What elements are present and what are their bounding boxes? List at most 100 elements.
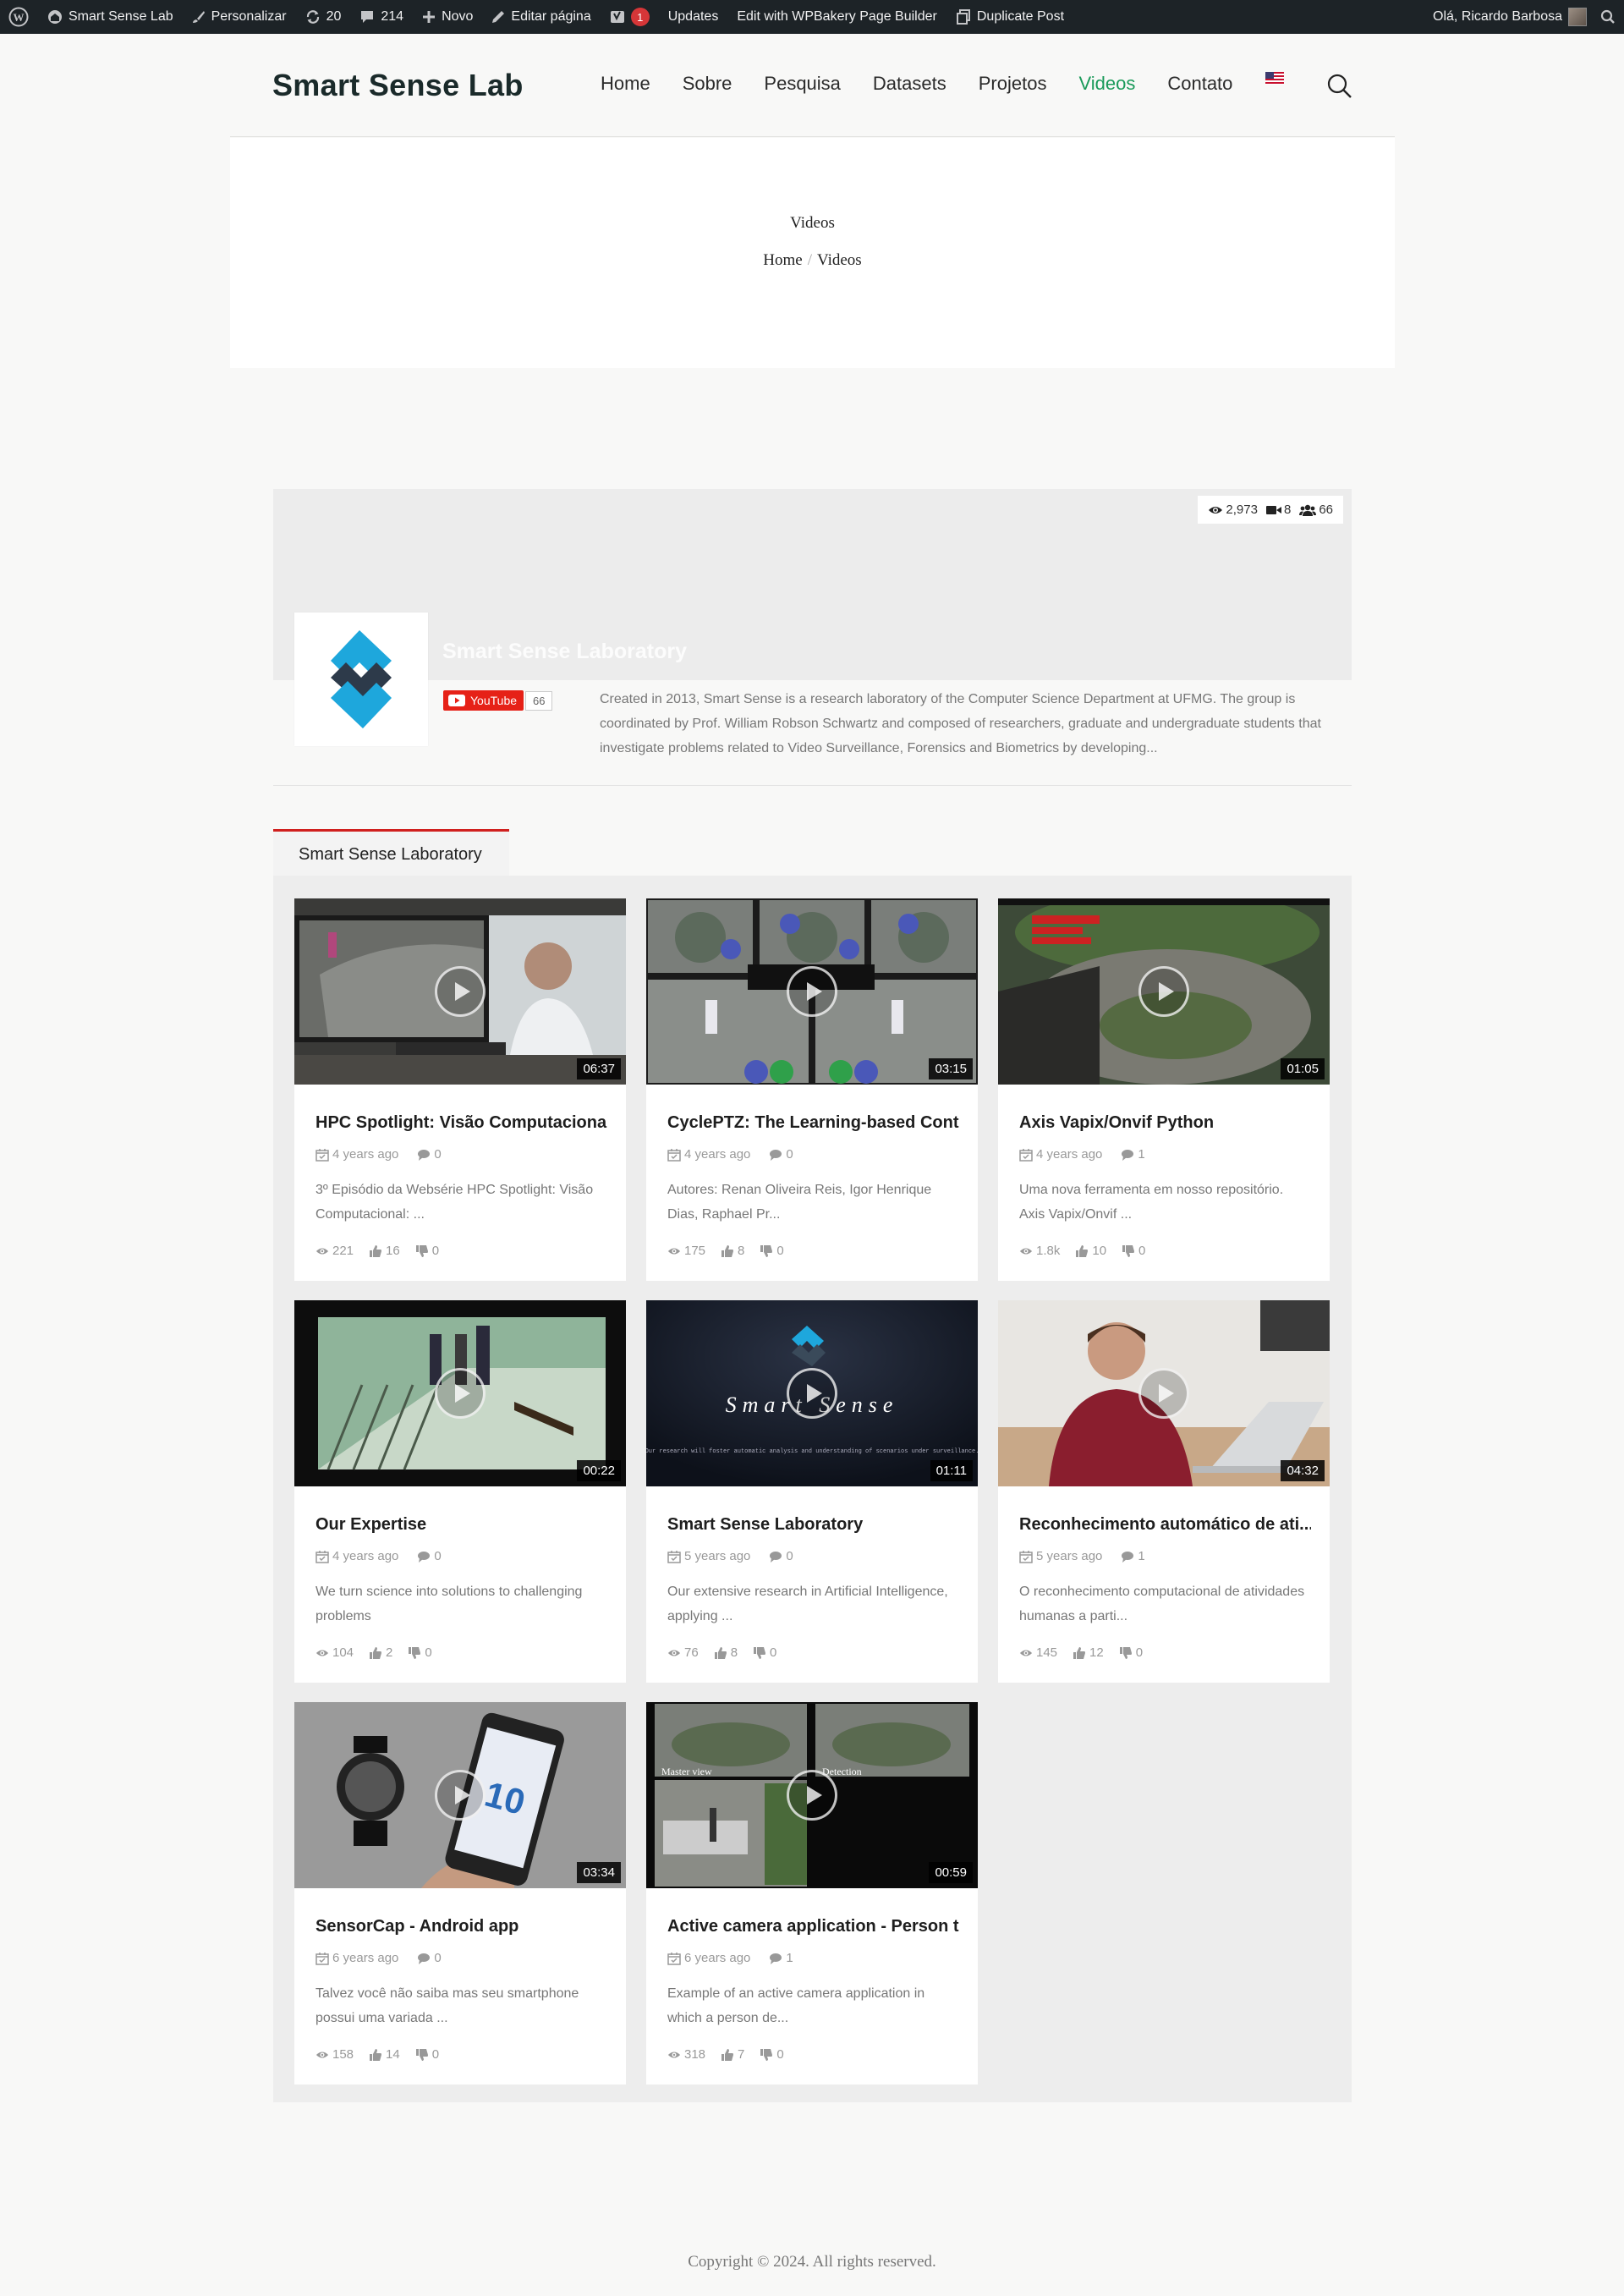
- video-card[interactable]: 00:22 Our Expertise 4 years ago 0 We tur…: [294, 1300, 626, 1683]
- video-card[interactable]: Smart Sense Our research will foster aut…: [646, 1300, 978, 1683]
- play-button[interactable]: [435, 1368, 486, 1419]
- comment-icon: [770, 1149, 782, 1161]
- video-description: O reconhecimento computacional de ativid…: [1019, 1585, 1305, 1623]
- video-age-text: 4 years ago: [332, 1549, 399, 1563]
- video-card[interactable]: 04:32 Reconhecimento automático de ati..…: [998, 1300, 1330, 1683]
- video-comments: 0: [769, 1549, 793, 1563]
- play-button[interactable]: [1138, 966, 1189, 1017]
- video-card[interactable]: 10 03:34 SensorCap - Android app 6 years…: [294, 1702, 626, 2085]
- youtube-label: YouTube: [470, 694, 518, 707]
- video-title[interactable]: Reconhecimento automático de ati...: [1019, 1515, 1311, 1535]
- video-dislikes: 0: [760, 1244, 784, 1258]
- video-likes-count: 7: [738, 2047, 745, 2062]
- nav-item-projetos[interactable]: Projetos: [979, 73, 1047, 95]
- site-logo[interactable]: Smart Sense Lab: [272, 68, 524, 103]
- admin-site-link[interactable]: Smart Sense Lab: [47, 9, 173, 25]
- video-comments-count: 0: [434, 1147, 442, 1162]
- admin-edit-page-link[interactable]: Editar página: [491, 9, 591, 25]
- video-card[interactable]: 01:05 Axis Vapix/Onvif Python 4 years ag…: [998, 898, 1330, 1281]
- video-duration: 04:32: [1281, 1460, 1325, 1481]
- video-age: 4 years ago: [1019, 1147, 1102, 1162]
- video-thumbnail[interactable]: 03:15: [646, 898, 978, 1085]
- video-title[interactable]: Axis Vapix/Onvif Python: [1019, 1113, 1311, 1133]
- video-thumbnail[interactable]: Master view Detection 00:59: [646, 1702, 978, 1888]
- thumbs-up-icon: [721, 1244, 734, 1257]
- play-button[interactable]: [787, 1770, 837, 1821]
- calendar-icon: [667, 1952, 681, 1965]
- video-comments-count: 1: [1138, 1147, 1145, 1162]
- calendar-icon: [315, 1952, 329, 1965]
- video-thumbnail[interactable]: 06:37: [294, 898, 626, 1085]
- video-title[interactable]: Our Expertise: [315, 1515, 607, 1535]
- video-duration: 03:15: [929, 1058, 973, 1079]
- video-title[interactable]: Smart Sense Laboratory: [667, 1515, 959, 1535]
- admin-customize-link[interactable]: Personalizar: [192, 9, 287, 25]
- video-views-count: 221: [332, 1244, 354, 1258]
- video-meta: 5 years ago 1: [1019, 1549, 1145, 1563]
- video-card[interactable]: 06:37 HPC Spotlight: Visão Computacional…: [294, 898, 626, 1281]
- admin-updates-text-link[interactable]: Updates: [668, 9, 719, 25]
- video-views: 104: [315, 1645, 354, 1660]
- nav-item-home[interactable]: Home: [601, 73, 650, 95]
- admin-wpbakery-link[interactable]: Edit with WPBakery Page Builder: [737, 9, 937, 25]
- search-icon[interactable]: [1326, 73, 1353, 100]
- video-thumbnail[interactable]: 00:22: [294, 1300, 626, 1486]
- eye-icon: [1209, 506, 1223, 514]
- nav-item-contato[interactable]: Contato: [1167, 73, 1232, 95]
- video-age: 4 years ago: [315, 1147, 398, 1162]
- admin-duplicate-link[interactable]: Duplicate Post: [956, 9, 1064, 25]
- admin-edit-page-label: Editar página: [511, 9, 591, 24]
- thumbs-up-icon: [1073, 1646, 1086, 1659]
- video-thumbnail[interactable]: 10 03:34: [294, 1702, 626, 1888]
- video-dislikes-count: 0: [776, 2047, 784, 2062]
- admin-account-link[interactable]: Olá, Ricardo Barbosa: [1433, 8, 1587, 26]
- video-views-count: 1.8k: [1036, 1244, 1061, 1258]
- video-title[interactable]: Active camera application - Person t...: [667, 1917, 959, 1936]
- play-button[interactable]: [435, 966, 486, 1017]
- breadcrumb-home[interactable]: Home: [763, 251, 802, 269]
- video-grid: 06:37 HPC Spotlight: Visão Computacional…: [273, 876, 1352, 2102]
- video-age: 6 years ago: [667, 1951, 750, 1965]
- us-flag-icon[interactable]: [1265, 72, 1284, 85]
- nav-item-pesquisa[interactable]: Pesquisa: [764, 73, 841, 95]
- video-dislikes: 0: [1122, 1244, 1145, 1258]
- video-title[interactable]: SensorCap - Android app: [315, 1917, 607, 1936]
- video-likes-count: 10: [1092, 1244, 1107, 1258]
- video-stats: 158 14 0: [315, 2047, 439, 2062]
- video-meta: 4 years ago 1: [1019, 1147, 1145, 1162]
- video-thumbnail[interactable]: 04:32: [998, 1300, 1330, 1486]
- video-title[interactable]: HPC Spotlight: Visão Computacional...: [315, 1113, 607, 1133]
- comment-icon: [418, 1149, 431, 1161]
- breadcrumb-current: Videos: [817, 251, 862, 269]
- nav-item-datasets[interactable]: Datasets: [873, 73, 946, 95]
- video-thumbnail[interactable]: 01:05: [998, 898, 1330, 1085]
- breadcrumb: Home / Videos: [230, 251, 1395, 270]
- play-button[interactable]: [787, 966, 837, 1017]
- video-title[interactable]: CyclePTZ: The Learning-based Contr...: [667, 1113, 959, 1133]
- play-button[interactable]: [787, 1368, 837, 1419]
- admin-yoast-link[interactable]: 1: [610, 8, 650, 26]
- nav-item-sobre[interactable]: Sobre: [683, 73, 732, 95]
- play-button[interactable]: [1138, 1368, 1189, 1419]
- tab-smart-sense-laboratory[interactable]: Smart Sense Laboratory: [273, 829, 509, 876]
- video-dislikes-count: 0: [425, 1645, 432, 1660]
- thumbs-down-icon: [415, 2048, 428, 2061]
- video-thumbnail[interactable]: Smart Sense Our research will foster aut…: [646, 1300, 978, 1486]
- channel-avatar[interactable]: [294, 612, 428, 746]
- yoast-badge: 1: [630, 8, 650, 26]
- admin-updates-link[interactable]: 20: [305, 9, 341, 25]
- video-meta: 6 years ago 0: [315, 1951, 442, 1965]
- search-icon[interactable]: [1600, 9, 1616, 25]
- video-duration: 01:11: [930, 1460, 973, 1481]
- play-button[interactable]: [435, 1770, 486, 1821]
- wordpress-logo-button[interactable]: W: [8, 7, 29, 27]
- admin-comments-link[interactable]: 214: [359, 9, 403, 25]
- nav-item-videos[interactable]: Videos: [1078, 73, 1135, 95]
- channel-name[interactable]: Smart Sense Laboratory: [442, 640, 687, 664]
- admin-new-link[interactable]: Novo: [422, 9, 473, 25]
- youtube-subscribe-button[interactable]: YouTube: [443, 690, 524, 711]
- video-card[interactable]: 03:15 CyclePTZ: The Learning-based Contr…: [646, 898, 978, 1281]
- video-card[interactable]: Master view Detection 00:59 Active camer…: [646, 1702, 978, 2085]
- youtube-subscribe[interactable]: YouTube 66: [443, 690, 553, 711]
- video-likes: 8: [714, 1645, 738, 1660]
